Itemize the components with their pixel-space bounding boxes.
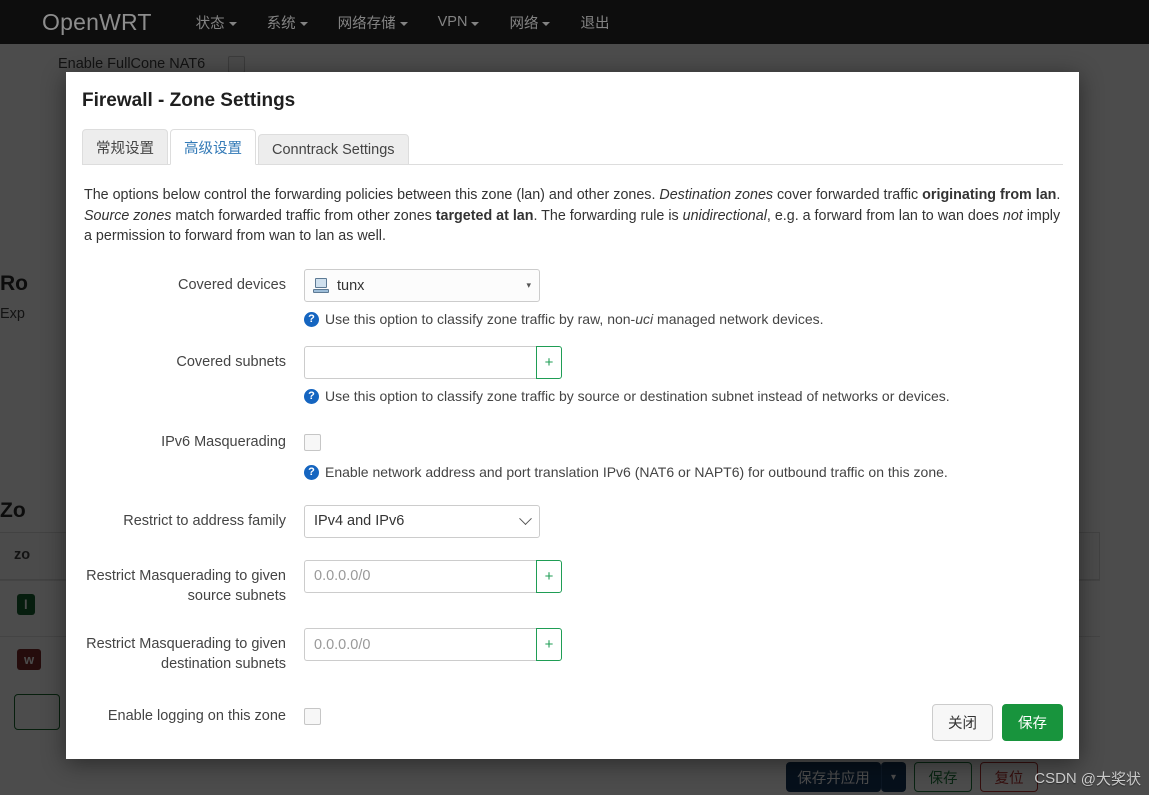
- chevron-down-icon: [519, 512, 532, 525]
- modal-close-button[interactable]: 关闭: [932, 704, 993, 741]
- nav-item-status[interactable]: 状态: [196, 12, 237, 33]
- desc-part-6: , e.g. a forward from lan to wan does: [767, 208, 1003, 224]
- nav-label-storage: 网络存储: [338, 12, 396, 33]
- hint-text-ipv6-masquerading: Enable network address and port translat…: [325, 463, 948, 483]
- desc-part-5: . The forwarding rule is: [533, 208, 682, 224]
- masq-destination-add-button[interactable]: +: [536, 628, 562, 661]
- help-icon: ?: [304, 312, 319, 327]
- field-masq-source-subnets: Restrict Masquerading to given source su…: [82, 560, 1063, 606]
- address-family-select[interactable]: IPv4 and IPv6: [304, 505, 540, 538]
- nav-label-logout: 退出: [580, 12, 609, 33]
- label-covered-subnets: Covered subnets: [82, 346, 304, 407]
- label-enable-logging: Enable logging on this zone: [82, 700, 304, 727]
- chevron-down-icon: [471, 22, 479, 26]
- address-family-value: IPv4 and IPv6: [314, 513, 404, 529]
- modal-footer: 关闭 保存: [932, 704, 1063, 741]
- nav-item-vpn[interactable]: VPN: [438, 14, 480, 30]
- help-icon: ?: [304, 465, 319, 480]
- desc-strong-targeted: targeted at lan: [436, 208, 534, 224]
- nav-label-status: 状态: [196, 12, 225, 33]
- ipv6-masquerading-checkbox[interactable]: [304, 434, 321, 451]
- modal-tabs: 常规设置 高级设置 Conntrack Settings: [82, 128, 1063, 165]
- enable-logging-checkbox[interactable]: [304, 708, 321, 725]
- nav-label-network: 网络: [509, 12, 538, 33]
- masq-destination-input[interactable]: [304, 628, 536, 661]
- desc-strong-originating: originating from lan: [922, 187, 1056, 203]
- desc-em-not: not: [1003, 208, 1023, 224]
- watermark-user: @大奖状: [1081, 768, 1141, 789]
- firewall-zone-settings-modal: Firewall - Zone Settings 常规设置 高级设置 Connt…: [66, 72, 1079, 759]
- masq-destination-dynlist: +: [304, 628, 562, 661]
- zone-description: The options below control the forwarding…: [84, 185, 1063, 247]
- label-address-family: Restrict to address family: [82, 505, 304, 538]
- masq-source-input[interactable]: [304, 560, 536, 593]
- network-device-icon: [313, 278, 330, 293]
- chevron-down-icon: [300, 22, 308, 26]
- field-enable-logging: Enable logging on this zone: [82, 700, 1063, 727]
- modal-title: Firewall - Zone Settings: [82, 90, 1063, 112]
- hint-covered-devices: ? Use this option to classify zone traff…: [304, 310, 1063, 330]
- label-masq-destination-subnets: Restrict Masquerading to given destinati…: [82, 628, 304, 674]
- desc-em-source-zones: Source zones: [84, 208, 171, 224]
- desc-part-3: .: [1056, 187, 1060, 203]
- desc-em-destination-zones: Destination zones: [659, 187, 773, 203]
- field-covered-subnets: Covered subnets + ? Use this option to c…: [82, 346, 1063, 407]
- desc-part-2: cover forwarded traffic: [773, 187, 922, 203]
- field-masq-destination-subnets: Restrict Masquerading to given destinati…: [82, 628, 1063, 674]
- label-masq-source-subnets: Restrict Masquerading to given source su…: [82, 560, 304, 606]
- field-covered-devices: Covered devices tunx ▾ ? Use this option…: [82, 269, 1063, 330]
- covered-subnets-add-button[interactable]: +: [536, 346, 562, 379]
- chevron-down-icon: [400, 22, 408, 26]
- hint-covered-subnets: ? Use this option to classify zone traff…: [304, 387, 1063, 407]
- watermark-brand: CSDN: [1034, 770, 1077, 787]
- csdn-watermark: CSDN @大奖状: [1034, 768, 1141, 789]
- nav-label-vpn: VPN: [438, 14, 468, 30]
- nav-item-network[interactable]: 网络: [509, 12, 550, 33]
- label-covered-devices: Covered devices: [82, 269, 304, 330]
- chevron-down-icon: ▾: [526, 280, 531, 291]
- hint-cd-post: managed network devices.: [653, 311, 823, 327]
- nav-label-system: 系统: [267, 12, 296, 33]
- desc-part-4: match forwarded traffic from other zones: [171, 208, 435, 224]
- help-icon: ?: [304, 389, 319, 404]
- tab-general-settings[interactable]: 常规设置: [82, 129, 168, 165]
- field-ipv6-masquerading: IPv6 Masquerading ? Enable network addre…: [82, 426, 1063, 483]
- hint-text-covered-devices: Use this option to classify zone traffic…: [325, 310, 824, 330]
- desc-em-unidirectional: unidirectional: [683, 208, 767, 224]
- modal-save-button[interactable]: 保存: [1002, 704, 1063, 741]
- hint-text-covered-subnets: Use this option to classify zone traffic…: [325, 387, 950, 407]
- tab-conntrack-settings[interactable]: Conntrack Settings: [258, 134, 409, 165]
- hint-cd-pre: Use this option to classify zone traffic…: [325, 311, 635, 327]
- hint-cd-em: uci: [635, 311, 653, 327]
- covered-subnets-input[interactable]: [304, 346, 536, 379]
- masq-source-add-button[interactable]: +: [536, 560, 562, 593]
- label-ipv6-masquerading: IPv6 Masquerading: [82, 426, 304, 483]
- desc-part-1: The options below control the forwarding…: [84, 187, 659, 203]
- nav-item-system[interactable]: 系统: [267, 12, 308, 33]
- chevron-down-icon: [542, 22, 550, 26]
- covered-subnets-dynlist: +: [304, 346, 562, 379]
- tab-advanced-settings[interactable]: 高级设置: [170, 129, 256, 165]
- brand-logo[interactable]: OpenWRT: [42, 9, 152, 36]
- field-address-family: Restrict to address family IPv4 and IPv6: [82, 505, 1063, 538]
- covered-devices-value: tunx: [337, 278, 364, 294]
- masq-source-dynlist: +: [304, 560, 562, 593]
- nav-item-logout[interactable]: 退出: [580, 12, 609, 33]
- hint-ipv6-masquerading: ? Enable network address and port transl…: [304, 463, 1063, 483]
- chevron-down-icon: [229, 22, 237, 26]
- nav-item-storage[interactable]: 网络存储: [338, 12, 408, 33]
- covered-devices-dropdown[interactable]: tunx ▾: [304, 269, 540, 302]
- top-navbar: OpenWRT 状态 系统 网络存储 VPN 网络 退出: [0, 0, 1149, 44]
